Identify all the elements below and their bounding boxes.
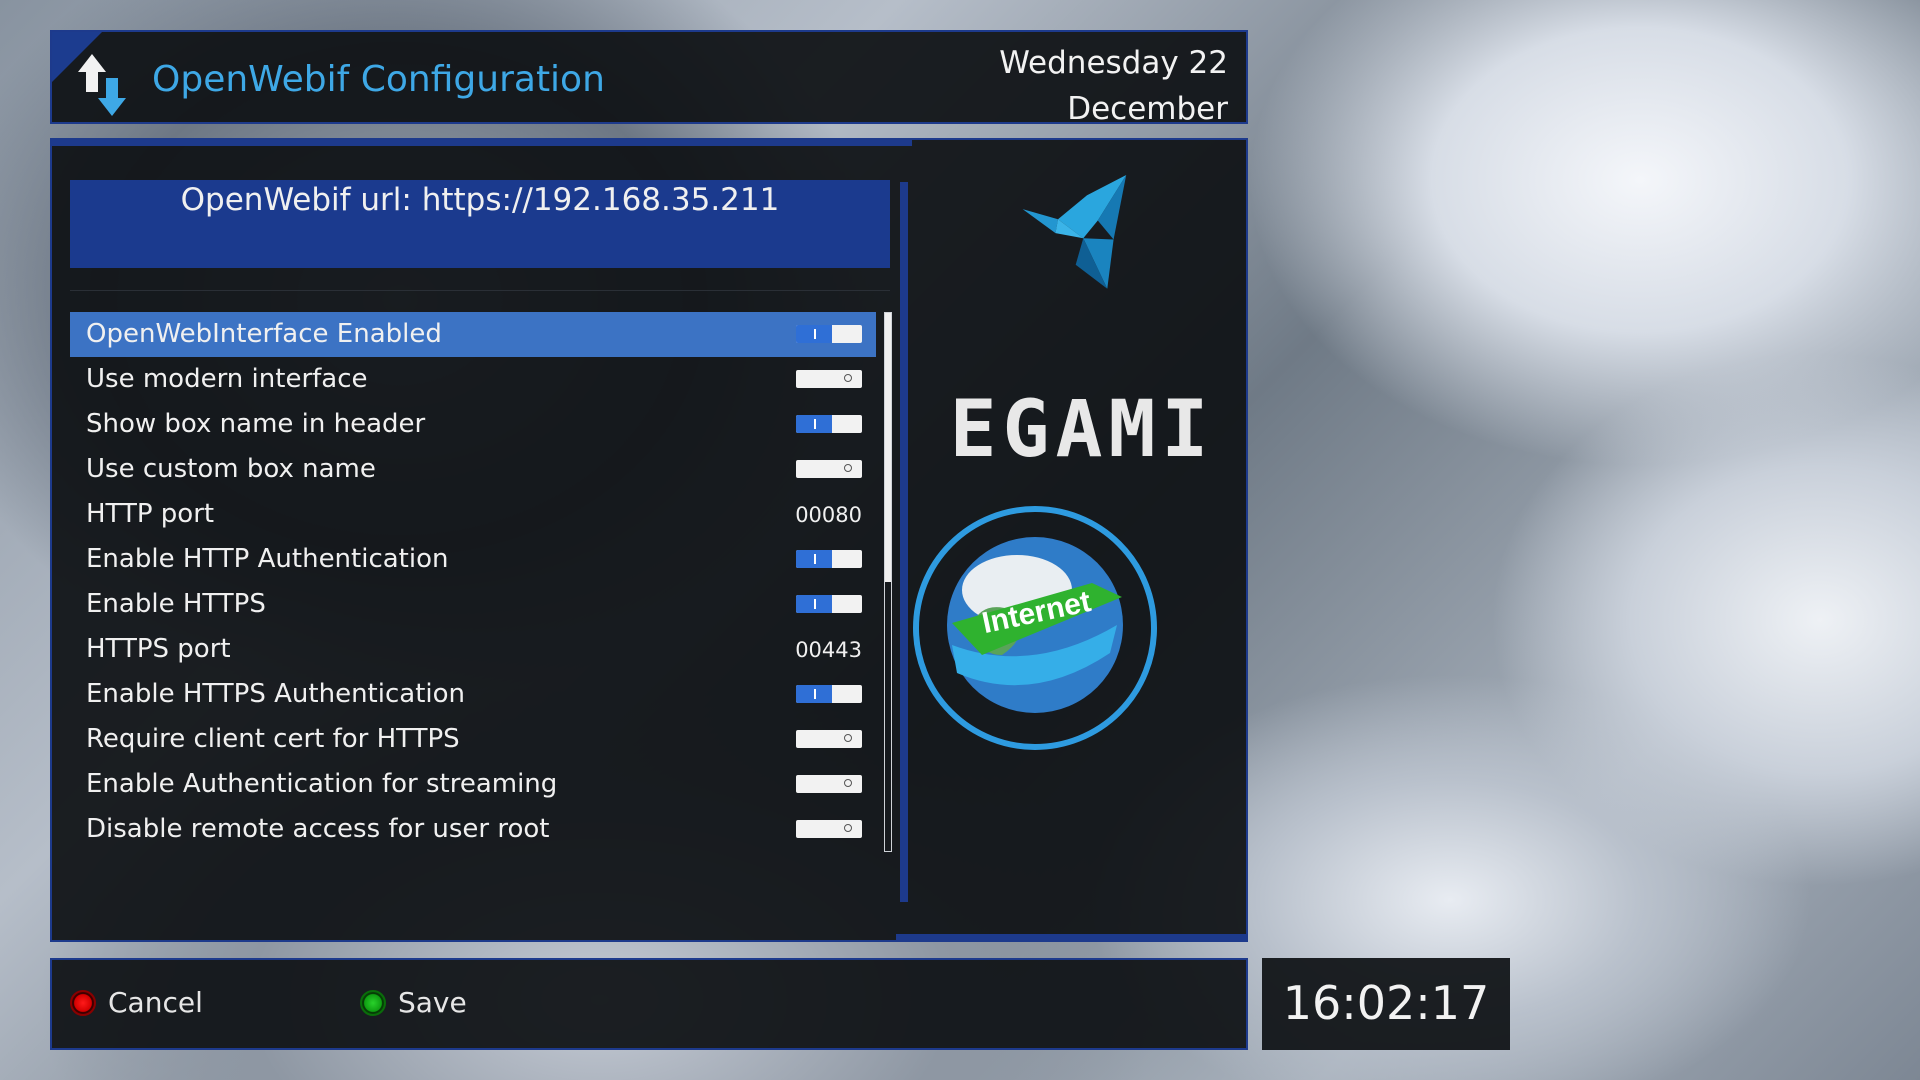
setting-label: Enable Authentication for streaming (86, 769, 558, 799)
toggle-off-indicator (844, 734, 852, 742)
red-button-icon (70, 989, 96, 1016)
setting-row[interactable]: Enable HTTPS (70, 582, 876, 627)
config-panel: OpenWebif url: https://192.168.35.211 Op… (50, 138, 1248, 942)
setting-value: 00443 (795, 638, 862, 662)
clock: 16:02:17 (1282, 976, 1490, 1030)
page-title: OpenWebif Configuration (152, 59, 605, 100)
internet-globe-icon: Internet (913, 506, 1157, 750)
toggle-on[interactable] (796, 325, 862, 343)
title-bar: OpenWebif Configuration Wednesday 22 Dec… (50, 30, 1248, 127)
toggle-off-indicator (844, 779, 852, 787)
setting-row[interactable]: Enable Authentication for streaming (70, 762, 876, 807)
toggle-off[interactable] (796, 370, 862, 388)
toggle-off[interactable] (796, 460, 862, 478)
settings-list: OpenWebInterface Enabled Use modern inter… (70, 312, 876, 852)
separator (70, 290, 890, 291)
scrollbar-thumb[interactable] (885, 313, 891, 582)
clock-panel: 16:02:17 (1262, 958, 1510, 1050)
toggle-on-indicator (796, 685, 832, 703)
setting-label: OpenWebInterface Enabled (86, 319, 442, 349)
setting-row[interactable]: OpenWebInterface Enabled (70, 312, 876, 357)
setting-label: Require client cert for HTTPS (86, 724, 460, 754)
save-button[interactable]: Save (360, 986, 467, 1019)
toggle-on-indicator (796, 415, 832, 433)
save-label: Save (398, 986, 467, 1019)
setting-row[interactable]: Use modern interface (70, 357, 876, 402)
date-line-1: Wednesday 22 (999, 45, 1228, 81)
setting-label: Show box name in header (86, 409, 426, 439)
toggle-on-indicator (796, 550, 832, 568)
setting-label: Enable HTTP Authentication (86, 544, 449, 574)
url-info-box: OpenWebif url: https://192.168.35.211 (70, 180, 890, 268)
setting-label: Use custom box name (86, 454, 376, 484)
toggle-off-indicator (844, 464, 852, 472)
panel-bottom-accent (896, 934, 1246, 942)
setting-row[interactable]: Enable HTTPS Authentication (70, 672, 876, 717)
setting-row[interactable]: Require client cert for HTTPS (70, 717, 876, 762)
toggle-off[interactable] (796, 820, 862, 838)
cancel-button[interactable]: Cancel (70, 986, 203, 1019)
toggle-on[interactable] (796, 595, 862, 613)
cancel-label: Cancel (108, 986, 203, 1019)
toggle-on[interactable] (796, 415, 862, 433)
toggle-on-indicator (796, 325, 832, 343)
brand-logo-text: EGAMI (949, 385, 1215, 475)
date-display: Wednesday 22 December (908, 40, 1228, 132)
setting-label: Enable HTTPS (86, 589, 266, 619)
toggle-off-indicator (844, 374, 852, 382)
setting-row[interactable]: Use custom box name (70, 447, 876, 492)
button-bar: Cancel Save (50, 958, 1248, 1050)
toggle-on[interactable] (796, 550, 862, 568)
toggle-on[interactable] (796, 685, 862, 703)
toggle-off[interactable] (796, 730, 862, 748)
setting-row[interactable]: HTTPS port 00443 (70, 627, 876, 672)
setting-value: 00080 (795, 503, 862, 527)
up-down-arrows-icon (78, 54, 126, 116)
panel-divider (900, 182, 908, 902)
setting-label: Disable remote access for user root (86, 814, 550, 844)
panel-top-accent (52, 140, 912, 146)
setting-label: Enable HTTPS Authentication (86, 679, 465, 709)
setting-label: Use modern interface (86, 364, 368, 394)
green-button-icon (360, 989, 386, 1016)
setting-row[interactable]: Disable remote access for user root (70, 807, 876, 852)
date-line-2: December (1067, 91, 1228, 127)
scrollbar[interactable] (884, 312, 892, 852)
setting-row[interactable]: Enable HTTP Authentication (70, 537, 876, 582)
setting-row[interactable]: HTTP port 00080 (70, 492, 876, 537)
toggle-off-indicator (844, 824, 852, 832)
setting-row[interactable]: Show box name in header (70, 402, 876, 447)
toggle-on-indicator (796, 595, 832, 613)
setting-label: HTTPS port (86, 634, 231, 664)
bird-logo-icon (1022, 175, 1127, 289)
setting-label: HTTP port (86, 499, 215, 529)
toggle-off[interactable] (796, 775, 862, 793)
url-text: OpenWebif url: https://192.168.35.211 (180, 182, 780, 218)
